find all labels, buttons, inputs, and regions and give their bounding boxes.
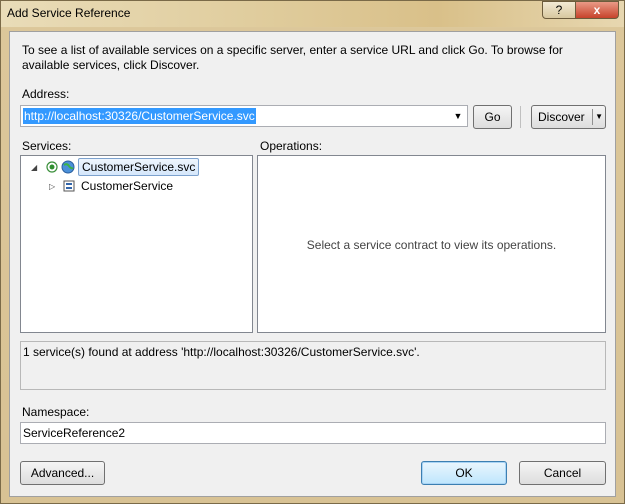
expanded-triangle-icon[interactable]: ◢	[31, 163, 41, 172]
globe-service-icon	[60, 159, 76, 175]
close-button[interactable]: x	[575, 1, 619, 19]
toolbar-separator	[520, 106, 521, 128]
address-value: http://localhost:30326/CustomerService.s…	[23, 108, 256, 124]
title-bar[interactable]: Add Service Reference ? x	[1, 1, 624, 27]
tree-item-label: CustomerService	[81, 179, 174, 193]
chevron-down-icon[interactable]: ▼	[451, 110, 465, 122]
tree-item-customerservice-svc[interactable]: ◢ CustomerService.svc	[31, 158, 200, 176]
window-title: Add Service Reference	[7, 6, 131, 20]
services-tree[interactable]: ◢ CustomerService.svc ▷ CustomerService	[20, 155, 253, 333]
discover-dropdown-icon[interactable]: ▼	[595, 112, 603, 121]
intro-text: To see a list of available services on a…	[22, 43, 563, 72]
namespace-label: Namespace:	[22, 405, 90, 419]
status-text: 1 service(s) found at address 'http://lo…	[20, 341, 606, 390]
discover-button[interactable]: Discover ▼	[531, 105, 606, 129]
split-divider	[592, 109, 593, 125]
advanced-button[interactable]: Advanced...	[20, 461, 105, 485]
tree-item-label: CustomerService.svc	[78, 158, 200, 176]
address-label: Address:	[22, 87, 70, 101]
operations-empty-message: Select a service contract to view its op…	[306, 238, 557, 252]
add-service-reference-dialog: Add Service Reference ? x To see a list …	[0, 0, 625, 504]
cancel-button[interactable]: Cancel	[519, 461, 606, 485]
collapsed-triangle-icon[interactable]: ▷	[49, 182, 59, 191]
help-button[interactable]: ?	[542, 1, 576, 19]
discover-label: Discover	[538, 110, 585, 124]
services-label: Services:	[22, 139, 72, 153]
dialog-body: To see a list of available services on a…	[9, 31, 616, 497]
namespace-input[interactable]: ServiceReference2	[20, 422, 606, 444]
operations-panel[interactable]: Select a service contract to view its op…	[257, 155, 606, 333]
close-icon: x	[593, 3, 601, 17]
interface-icon	[61, 178, 77, 194]
tree-item-customerservice[interactable]: ▷ CustomerService	[49, 178, 173, 194]
address-combobox[interactable]: http://localhost:30326/CustomerService.s…	[20, 105, 468, 127]
ok-button[interactable]: OK	[421, 461, 507, 485]
radio-selected-icon	[45, 160, 59, 174]
operations-label: Operations:	[260, 139, 323, 153]
go-button[interactable]: Go	[473, 105, 512, 129]
